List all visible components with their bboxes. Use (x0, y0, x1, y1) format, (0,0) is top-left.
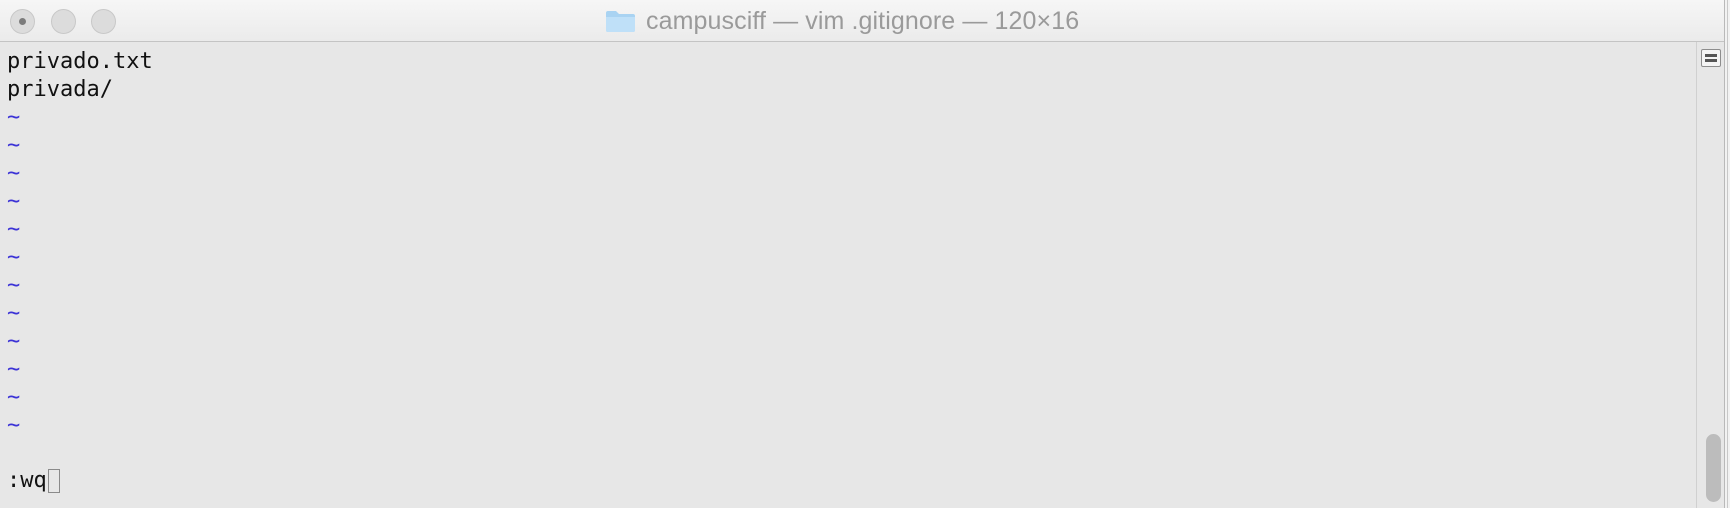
empty-line-marker: ~ (7, 105, 21, 130)
window-title: campusciff — vim .gitignore — 120×16 (605, 6, 1079, 36)
empty-line-marker: ~ (7, 217, 21, 242)
empty-line-marker: ~ (7, 357, 21, 382)
close-button[interactable] (10, 9, 35, 34)
scrollbar-thumb[interactable] (1706, 434, 1721, 502)
vim-command-line[interactable]: :wq (7, 467, 60, 495)
marks-list-icon[interactable] (1701, 49, 1721, 67)
empty-line-marker: ~ (7, 245, 21, 270)
buffer-line: privada/ (7, 77, 113, 102)
text-cursor (47, 469, 60, 493)
close-dot-icon (19, 18, 26, 25)
command-text: :wq (7, 468, 47, 493)
buffer-line: privado.txt (7, 49, 153, 74)
folder-icon (606, 11, 635, 32)
empty-line-marker: ~ (7, 301, 21, 326)
title-bar[interactable]: campusciff — vim .gitignore — 120×16 (0, 0, 1724, 42)
terminal-window: campusciff — vim .gitignore — 120×16 pri… (0, 0, 1725, 508)
vim-buffer[interactable]: privado.txt privada/ ~ ~ ~ ~ ~ ~ ~ ~ ~ ~… (7, 48, 1687, 440)
empty-line-marker: ~ (7, 161, 21, 186)
empty-line-marker: ~ (7, 329, 21, 354)
vertical-scrollbar[interactable] (1696, 42, 1724, 508)
empty-line-marker: ~ (7, 133, 21, 158)
zoom-button[interactable] (91, 9, 116, 34)
window-title-text: campusciff — vim .gitignore — 120×16 (646, 6, 1080, 35)
minimize-button[interactable] (51, 9, 76, 34)
background-window-border (1727, 0, 1728, 508)
empty-line-marker: ~ (7, 413, 21, 438)
empty-line-marker: ~ (7, 273, 21, 298)
empty-line-marker: ~ (7, 385, 21, 410)
empty-line-marker: ~ (7, 189, 21, 214)
